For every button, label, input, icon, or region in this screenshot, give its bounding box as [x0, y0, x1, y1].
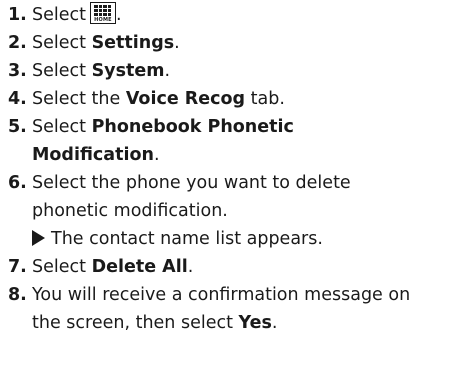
step-7: 7. Select Delete All. — [8, 253, 193, 281]
step-keyword: System — [91, 61, 165, 81]
step-4: 4. Select the Voice Recog tab. — [8, 85, 285, 113]
step-number: 7. — [8, 257, 27, 277]
step-text: Select — [32, 117, 92, 137]
step-text: Select the phone you want to delete — [32, 173, 351, 193]
step-number: 6. — [8, 173, 27, 193]
step-keyword: Voice Recog — [125, 89, 246, 109]
step-number: 2. — [8, 33, 27, 53]
step-6: 6. Select the phone you want to delete — [8, 169, 351, 197]
step-text: Select the — [32, 89, 126, 109]
step-5-continued: Modification. — [32, 145, 160, 165]
step-text: Select — [32, 257, 92, 277]
result-arrow-icon — [32, 230, 45, 246]
step-text: the screen, then select — [32, 313, 239, 333]
step-keyword: Phonebook Phonetic — [91, 117, 294, 137]
step-text: Select — [32, 33, 92, 53]
step-8: 8. You will receive a confirmation messag… — [8, 281, 410, 309]
step-keyword: Modification — [32, 145, 154, 165]
step-number: 3. — [8, 61, 27, 81]
instruction-steps: 1. Select HOME. 2. Select Settings. 3. Selec… — [0, 0, 476, 365]
home-icon: HOME — [90, 2, 116, 24]
step-keyword: Delete All — [91, 257, 188, 277]
step-6-continued: phonetic modification. — [32, 197, 228, 225]
step-text: phonetic modification. — [32, 201, 228, 221]
step-3: 3. Select System. — [8, 57, 170, 85]
step-text: Select — [32, 61, 92, 81]
step-5: 5. Select Phonebook Phonetic — [8, 113, 294, 141]
step-number: 5. — [8, 117, 27, 137]
home-icon-label: HOME — [94, 17, 112, 23]
step-6-result: The contact name list appears. — [32, 225, 323, 253]
step-text: You will receive a confirmation message … — [32, 285, 411, 305]
step-1: 1. Select HOME. — [8, 1, 122, 29]
step-keyword: Yes — [238, 313, 272, 333]
step-number: 1. — [8, 5, 27, 25]
result-text: The contact name list appears. — [51, 229, 323, 249]
step-text: Select — [32, 5, 86, 25]
step-number: 4. — [8, 89, 27, 109]
step-2: 2. Select Settings. — [8, 29, 180, 57]
step-8-continued: the screen, then select Yes. — [32, 313, 278, 333]
step-number: 8. — [8, 285, 27, 305]
step-keyword: Settings — [91, 33, 175, 53]
